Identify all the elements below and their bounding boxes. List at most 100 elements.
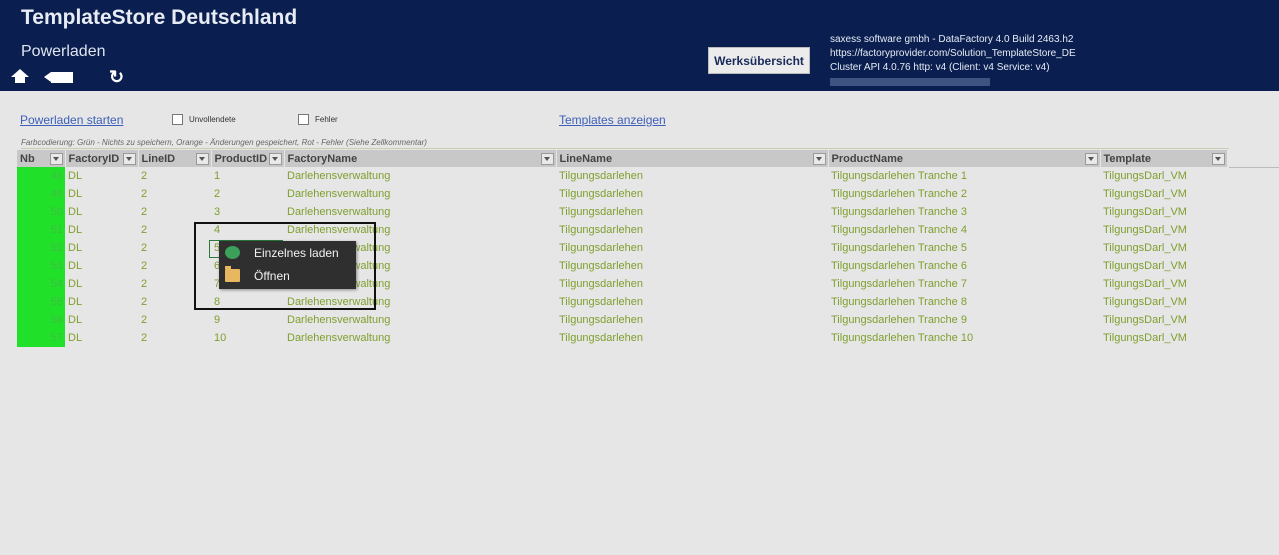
table-row[interactable]: 54DL27DarlehensverwaltungTilgungsdarlehe… [17,275,1227,293]
table-cell[interactable]: DL [65,257,138,275]
table-cell[interactable]: Tilgungsdarlehen [556,203,828,221]
table-cell[interactable]: 48 [17,167,65,185]
context-menu-item[interactable]: Einzelnes laden [219,241,356,264]
table-cell[interactable]: 3 [211,203,284,221]
table-cell[interactable]: 8 [211,293,284,311]
table-cell[interactable]: 2 [138,311,211,329]
checkbox-box[interactable] [172,114,183,125]
filter-dropdown-icon[interactable] [122,153,136,165]
column-header[interactable]: FactoryName [284,150,557,167]
table-cell[interactable]: DL [65,329,138,347]
table-cell[interactable]: 54 [17,275,65,293]
table-cell[interactable]: Darlehensverwaltung [284,203,556,221]
table-cell[interactable]: DL [65,275,138,293]
table-cell[interactable]: TilgungsDarl_VM [1100,275,1227,293]
table-cell[interactable]: 2 [138,167,211,185]
column-header[interactable]: ProductName [828,150,1101,167]
table-cell[interactable]: Tilgungsdarlehen Tranche 6 [828,257,1100,275]
table-cell[interactable]: Tilgungsdarlehen [556,293,828,311]
table-cell[interactable]: TilgungsDarl_VM [1100,329,1227,347]
table-cell[interactable]: 2 [138,221,211,239]
table-row[interactable]: 48 DL 2 1 Darlehensverwaltung Tilgungsdarlehe… [17,167,1227,185]
table-cell[interactable]: 10 [211,329,284,347]
table-cell[interactable]: Tilgungsdarlehen Tranche 4 [828,221,1100,239]
table-cell[interactable]: 51 [17,221,65,239]
table-cell[interactable]: DL [65,203,138,221]
table-cell[interactable]: DL [65,167,138,185]
table-cell[interactable]: Tilgungsdarlehen [556,311,828,329]
refresh-icon[interactable]: ↻ [109,68,124,86]
table-cell[interactable]: Tilgungsdarlehen [556,239,828,257]
table-row[interactable]: 56 DL 2 9 Darlehensverwaltung Tilgungsdarlehe… [17,311,1227,329]
table-row[interactable]: 53DL26DarlehensverwaltungTilgungsdarlehe… [17,257,1227,275]
table-cell[interactable]: 50 [17,203,65,221]
table-cell[interactable]: DL [65,293,138,311]
filter-dropdown-icon[interactable] [540,153,554,165]
table-cell[interactable]: Darlehensverwaltung [284,311,556,329]
column-header[interactable]: Nb [17,150,66,167]
table-cell[interactable]: TilgungsDarl_VM [1100,167,1227,185]
column-header[interactable]: Template [1100,150,1228,167]
table-cell[interactable]: 52 [17,239,65,257]
table-cell[interactable]: Tilgungsdarlehen [556,167,828,185]
table-cell[interactable]: 9 [211,311,284,329]
table-cell[interactable]: TilgungsDarl_VM [1100,203,1227,221]
filter-dropdown-icon[interactable] [1084,153,1098,165]
column-header[interactable]: ProductID [211,150,285,167]
table-cell[interactable]: 2 [138,329,211,347]
home-icon[interactable] [11,69,29,85]
table-row[interactable]: 55 DL 2 8 Darlehensverwaltung Tilgungsdarlehe… [17,293,1227,311]
table-cell[interactable]: TilgungsDarl_VM [1100,311,1227,329]
table-cell[interactable]: 2 [138,293,211,311]
table-cell[interactable]: Tilgungsdarlehen [556,275,828,293]
table-cell[interactable]: Darlehensverwaltung [284,329,556,347]
table-cell[interactable]: Tilgungsdarlehen [556,329,828,347]
table-cell[interactable]: Tilgungsdarlehen [556,221,828,239]
table-cell[interactable]: Tilgungsdarlehen Tranche 1 [828,167,1100,185]
table-cell[interactable]: DL [65,185,138,203]
unvollendete-checkbox[interactable]: Unvollendete [172,114,236,125]
filter-dropdown-icon[interactable] [195,153,209,165]
table-cell[interactable]: DL [65,221,138,239]
table-cell[interactable]: 55 [17,293,65,311]
table-cell[interactable]: Tilgungsdarlehen Tranche 8 [828,293,1100,311]
table-cell[interactable]: TilgungsDarl_VM [1100,185,1227,203]
table-cell[interactable]: Tilgungsdarlehen Tranche 9 [828,311,1100,329]
table-cell[interactable]: 2 [211,185,284,203]
table-cell[interactable]: Darlehensverwaltung [284,221,556,239]
templates-anzeigen-link[interactable]: Templates anzeigen [559,113,666,127]
column-header[interactable]: LineName [556,150,829,167]
table-row[interactable]: 57 DL 2 10 Darlehensverwaltung Tilgungsdarleh… [17,329,1227,347]
table-row[interactable]: 51 DL 2 4 Darlehensverwaltung Tilgungsdarlehe… [17,221,1227,239]
table-cell[interactable]: Tilgungsdarlehen Tranche 7 [828,275,1100,293]
table-cell[interactable]: DL [65,311,138,329]
table-row[interactable]: 52DL25DarlehensverwaltungTilgungsdarlehe… [17,239,1227,257]
werksuebersicht-button[interactable]: Werksübersicht [708,47,810,74]
checkbox-box[interactable] [298,114,309,125]
table-cell[interactable]: Tilgungsdarlehen Tranche 10 [828,329,1100,347]
column-header[interactable]: FactoryID [65,150,139,167]
table-cell[interactable]: 2 [138,203,211,221]
table-cell[interactable]: DL [65,239,138,257]
table-cell[interactable]: 2 [138,275,211,293]
table-cell[interactable]: Tilgungsdarlehen Tranche 3 [828,203,1100,221]
powerladen-starten-link[interactable]: Powerladen starten [20,113,123,127]
context-menu-item[interactable]: Öffnen [219,264,356,287]
table-cell[interactable]: 4 [211,221,284,239]
filter-dropdown-icon[interactable] [49,153,63,165]
table-cell[interactable]: 56 [17,311,65,329]
table-row[interactable]: 50 DL 2 3 Darlehensverwaltung Tilgungsdarlehe… [17,203,1227,221]
table-cell[interactable]: 2 [138,185,211,203]
back-icon[interactable] [44,71,73,83]
table-cell[interactable]: TilgungsDarl_VM [1100,257,1227,275]
table-cell[interactable]: Darlehensverwaltung [284,293,556,311]
table-cell[interactable]: Tilgungsdarlehen [556,185,828,203]
table-cell[interactable]: 49 [17,185,65,203]
table-cell[interactable]: TilgungsDarl_VM [1100,239,1227,257]
table-cell[interactable]: 1 [211,167,284,185]
table-cell[interactable]: 2 [138,257,211,275]
table-cell[interactable]: TilgungsDarl_VM [1100,293,1227,311]
filter-dropdown-icon[interactable] [812,153,826,165]
table-cell[interactable]: 53 [17,257,65,275]
table-cell[interactable]: Tilgungsdarlehen Tranche 2 [828,185,1100,203]
